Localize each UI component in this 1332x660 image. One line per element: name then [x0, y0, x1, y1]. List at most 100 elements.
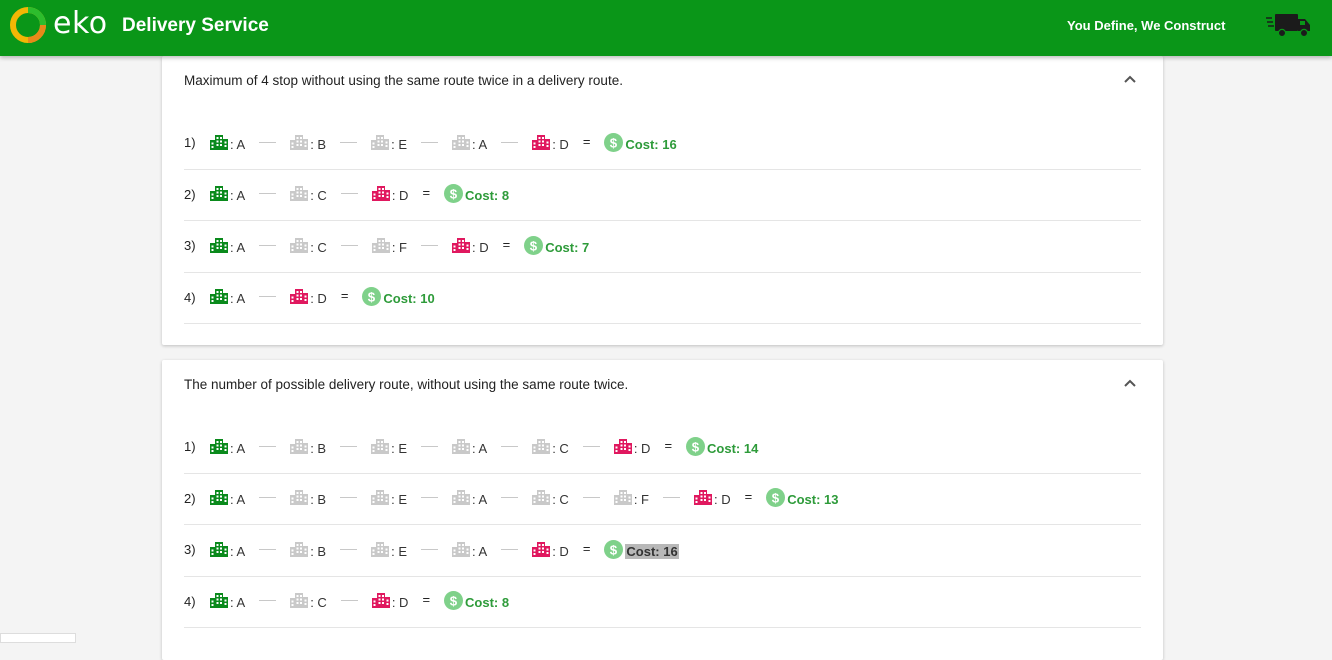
route-panel-possible-routes: The number of possible delivery route, w… [162, 360, 1163, 660]
city-building-icon [210, 593, 228, 608]
equals-sign: = [422, 185, 431, 200]
route-connector [340, 445, 358, 447]
equals-sign: = [422, 592, 431, 607]
city-building-icon [371, 134, 390, 150]
city-building-icon [290, 490, 309, 505]
svg-text:$: $ [692, 439, 700, 454]
stop-label: : D [310, 291, 327, 306]
stop-label: : B [310, 492, 327, 507]
city-building-icon [613, 438, 632, 454]
city-building-icon [210, 438, 228, 454]
route-connector [340, 141, 358, 143]
route-connector [501, 548, 519, 550]
panel-title[interactable]: The number of possible delivery route, w… [184, 377, 628, 392]
city-building-icon [210, 134, 228, 150]
stop-destination: : D [371, 184, 408, 203]
stop-label: : F [633, 492, 649, 507]
stop-destination: : D [371, 591, 408, 610]
route-cost: $ Cost: 8 [444, 184, 509, 203]
svg-text:$: $ [368, 289, 376, 304]
stop-via: : A [452, 540, 487, 559]
route-cost: $ Cost: 16 [604, 539, 679, 559]
svg-text:$: $ [450, 186, 458, 201]
stop-label: : A [230, 595, 246, 610]
city-building-icon [451, 237, 470, 253]
cost-label: Cost: 10 [383, 291, 435, 306]
dollar-circle-icon: $ [604, 132, 624, 152]
stop-destination: : D [532, 133, 569, 152]
city-building-icon [210, 237, 228, 253]
route-stops: : A: B: E: A: D = $ Cost: 16 [210, 130, 677, 154]
route-connector [340, 193, 358, 194]
stop-via: : F [371, 236, 407, 255]
stop-via: : B [290, 540, 326, 559]
stop-destination: : D [451, 236, 489, 255]
stop-via: : E [371, 540, 407, 559]
city-building-icon [371, 490, 390, 505]
stop-label: : C [310, 595, 327, 610]
stop-via: : F [613, 488, 649, 507]
panel-title[interactable]: Maximum of 4 stop without using the same… [184, 73, 623, 88]
stop-via: : E [371, 133, 407, 152]
route-connector [340, 497, 358, 498]
stop-via: : A [452, 488, 487, 507]
city-building-icon [452, 438, 470, 454]
dollar-circle-icon: $ [686, 436, 706, 456]
city-building-icon [452, 134, 470, 150]
city-building-icon [290, 186, 309, 201]
route-stops: : A: B: E: A: C: D = $ Cost: 14 [210, 434, 758, 458]
stop-label: : A [472, 136, 488, 152]
chevron-up-icon[interactable] [1123, 74, 1137, 84]
route-cost: $ Cost: 14 [686, 436, 759, 456]
brand-name[interactable]: eko [53, 8, 108, 40]
city-building-icon [290, 134, 309, 150]
chevron-up-icon[interactable] [1123, 378, 1137, 388]
city-building-icon [532, 438, 551, 454]
route-connector [340, 600, 358, 601]
cost-label: Cost: 7 [545, 239, 590, 255]
city-building-icon [290, 289, 309, 304]
route-list: 1): A: B: E: A: D = $ Cost: 16 2): A: C: D = $… [184, 118, 1141, 324]
route-cost: $ Cost: 13 [766, 488, 839, 507]
stop-destination: : D [532, 540, 569, 559]
route-connector [582, 445, 600, 447]
route-stops: : A: C: D = $ Cost: 8 [210, 182, 509, 206]
city-building-icon [210, 490, 228, 505]
city-building-icon [290, 438, 309, 454]
equals-sign: = [664, 437, 673, 453]
route-row: 1): A: B: E: A: C: D = $ Cost: 14 [184, 422, 1141, 474]
route-connector [662, 497, 680, 498]
route-connector [259, 193, 277, 194]
stop-destination: : D [290, 287, 327, 306]
stop-via: : A [452, 133, 487, 152]
equals-sign: = [502, 236, 511, 252]
city-building-icon [210, 541, 228, 557]
route-row: 3): A: C: F: D = $ Cost: 7 [184, 221, 1141, 273]
route-index: 4) [184, 593, 196, 609]
stop-via: : C [290, 236, 327, 255]
route-row: 4) : A : C : D = $ Cost: 8 [184, 577, 1141, 628]
city-building-icon [290, 541, 309, 557]
stop-via: : E [371, 488, 407, 507]
route-row: 2): A: C: D = $ Cost: 8 [184, 170, 1141, 221]
stop-via: : A [452, 437, 487, 456]
stop-label: : C [310, 188, 327, 203]
city-building-icon [371, 541, 390, 557]
route-cost: $ Cost: 8 [444, 591, 509, 610]
route-index: 1) [184, 135, 196, 150]
cost-label: Cost: 14 [707, 440, 759, 456]
stop-label: : D [633, 440, 651, 456]
route-connector [501, 497, 519, 498]
stop-label: : E [391, 543, 407, 559]
stop-label: : C [552, 440, 569, 456]
city-building-icon [371, 593, 390, 608]
eko-logo-icon[interactable] [10, 7, 46, 43]
route-stops: : A: D = $ Cost: 10 [210, 285, 435, 309]
stop-label: : D [471, 239, 489, 255]
svg-text:$: $ [450, 593, 458, 608]
bottom-left-widget [0, 633, 76, 643]
svg-text:$: $ [610, 135, 618, 150]
equals-sign: = [744, 489, 753, 504]
stop-via: : C [290, 591, 327, 610]
cost-label: Cost: 16 [625, 136, 677, 152]
